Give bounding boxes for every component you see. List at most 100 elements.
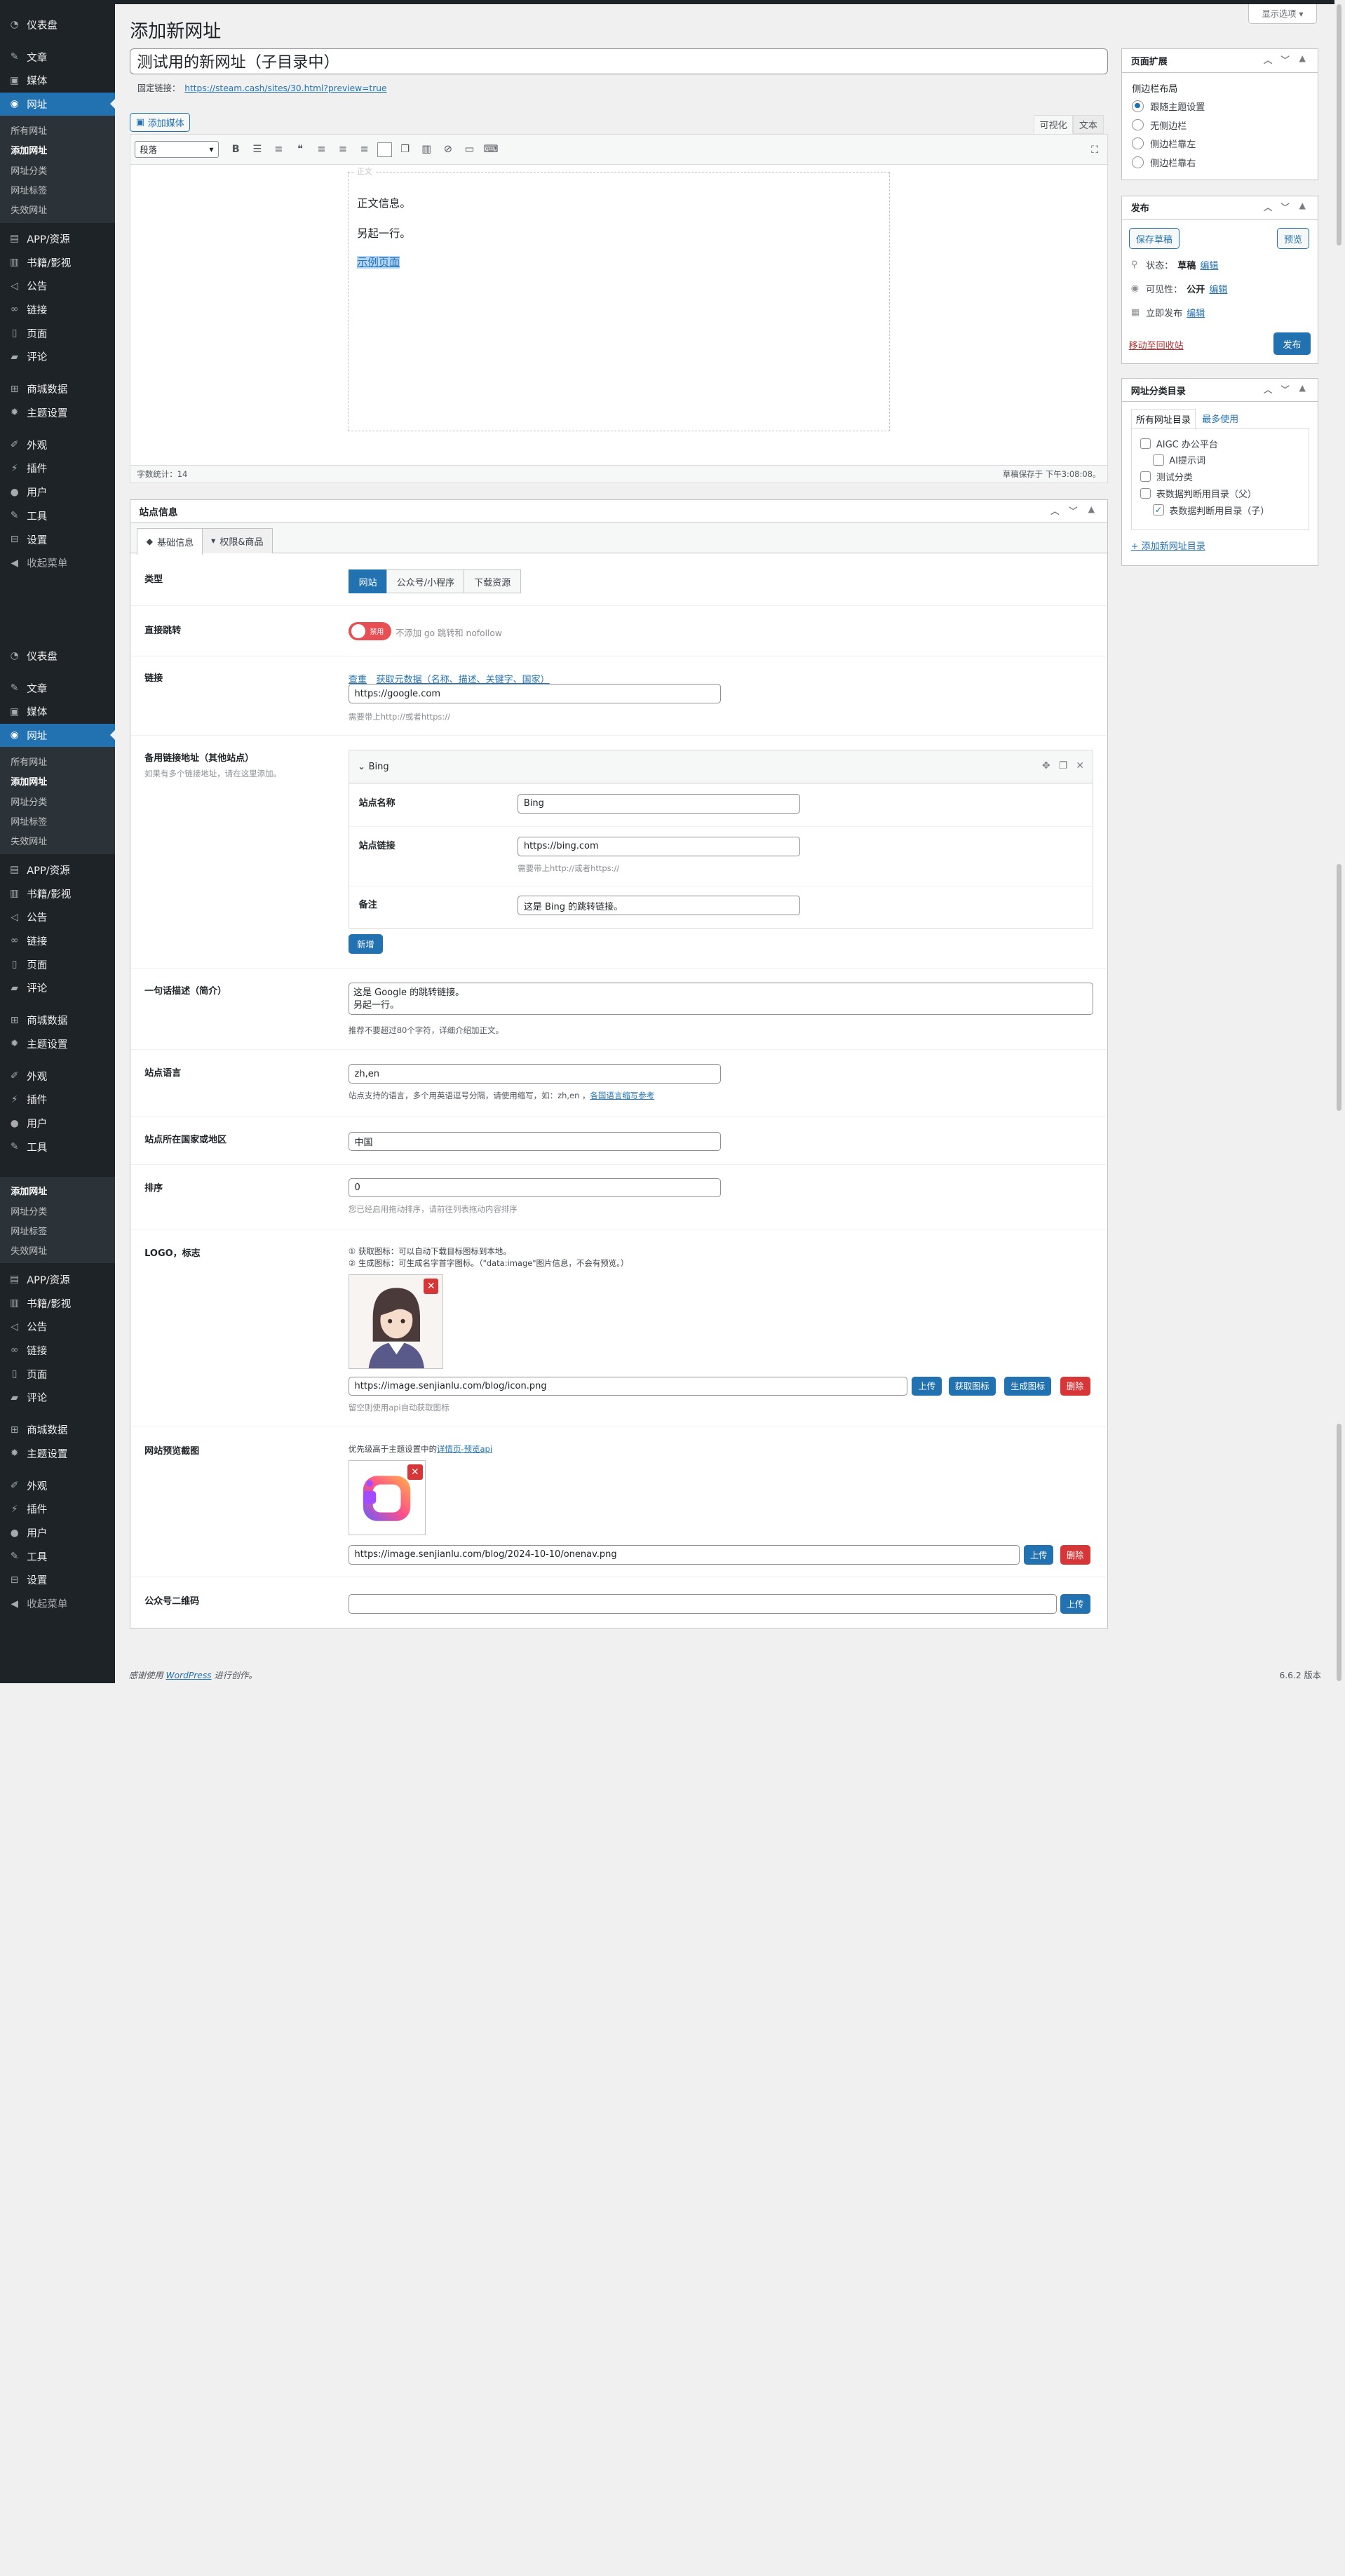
delete-preview-button[interactable]: 删除 xyxy=(1060,1544,1090,1565)
publish-button[interactable]: 发布 xyxy=(1273,332,1311,356)
save-draft-button[interactable]: 保存草稿 xyxy=(1128,228,1180,249)
menu-sites[interactable]: ◉ 网址 xyxy=(0,723,115,748)
submenu-dead-sites[interactable]: 失效网址 xyxy=(0,1241,115,1260)
layout-option[interactable]: 侧边栏靠左 xyxy=(1132,134,1308,153)
generate-icon-button[interactable]: 生成图标 xyxy=(1004,1376,1052,1396)
submenu-site-categories[interactable]: 网址分类 xyxy=(0,791,115,811)
submenu-dead-sites[interactable]: 失效网址 xyxy=(0,831,115,851)
category-item[interactable]: AIGC 办公平台 xyxy=(1140,435,1309,452)
scrollbar-thumb[interactable] xyxy=(1336,1423,1342,1681)
fetch-icon-button[interactable]: 获取图标 xyxy=(948,1376,996,1396)
menu-dashboard[interactable]: ◔ 仪表盘 xyxy=(0,644,115,668)
menu-theme[interactable]: ✹ 主题设置 xyxy=(0,1442,115,1466)
layout-option[interactable]: 跟随主题设置 xyxy=(1132,97,1308,116)
scrollbar-thumb[interactable] xyxy=(1336,864,1342,1112)
layout-option[interactable]: 侧边栏靠右 xyxy=(1132,153,1308,172)
submenu-dead-sites[interactable]: 失效网址 xyxy=(0,200,115,220)
menu-notice[interactable]: ◁ 公告 xyxy=(0,274,115,298)
menu-theme[interactable]: ✹ 主题设置 xyxy=(0,1032,115,1056)
tab-all-categories[interactable]: 所有网址目录 xyxy=(1130,408,1196,430)
menu-dashboard[interactable]: ◔ 仪表盘 xyxy=(0,13,115,36)
backup-note-input[interactable]: 这是 Bing 的跳转链接。 xyxy=(518,896,800,915)
upload-qrcode-button[interactable]: 上传 xyxy=(1060,1594,1090,1614)
add-backup-button[interactable]: 新增 xyxy=(348,934,383,954)
qrcode-input[interactable] xyxy=(348,1594,1057,1614)
menu-books[interactable]: ▥ 书籍/影视 xyxy=(0,250,115,274)
add-media-button[interactable]: ▣ 添加媒体 xyxy=(130,112,191,133)
content-link[interactable]: 示例页面 xyxy=(357,256,400,269)
add-category-link[interactable]: + 添加新网址目录 xyxy=(1131,539,1205,552)
embed-icon[interactable]: ▭ xyxy=(461,141,478,158)
move-icon[interactable]: ✥ xyxy=(1042,760,1050,771)
chevron-up-icon[interactable]: ︿ xyxy=(1259,383,1276,396)
menu-tools[interactable]: ✎ 工具 xyxy=(0,1544,115,1568)
preview-api-link[interactable]: 详情页-预览api xyxy=(437,1444,492,1454)
backup-name-input[interactable]: Bing xyxy=(518,794,800,814)
collapse-arrow-icon[interactable]: ▲ xyxy=(1082,504,1100,517)
menu-shop[interactable]: ⊞ 商城数据 xyxy=(0,1009,115,1032)
format-select[interactable]: 段落 ▾ xyxy=(135,140,219,159)
edit-visibility-link[interactable]: 编辑 xyxy=(1209,282,1227,295)
link-input[interactable]: https://google.com xyxy=(348,684,721,703)
description-textarea[interactable]: 这是 Google 的跳转链接。 另起一行。 xyxy=(348,982,1094,1015)
submenu-add-site[interactable]: 添加网址 xyxy=(0,771,115,791)
preview-url-input[interactable]: https://image.senjianlu.com/blog/2024-10… xyxy=(348,1544,1020,1565)
wordpress-link[interactable]: WordPress xyxy=(166,1671,212,1680)
remove-preview-icon[interactable]: ✕ xyxy=(407,1464,423,1480)
duplicate-icon[interactable]: ❐ xyxy=(1059,760,1067,771)
submenu-site-categories[interactable]: 网址分类 xyxy=(0,160,115,180)
chevron-up-icon[interactable]: ︿ xyxy=(1259,201,1276,213)
blockquote-icon[interactable]: ❝ xyxy=(292,141,309,158)
menu-app[interactable]: ▤ APP/资源 xyxy=(0,858,115,882)
post-title-input[interactable]: 测试用的新网址（子目录中） xyxy=(130,48,1108,74)
editor-canvas[interactable]: 正文 正文信息。 另起一行。 示例页面 xyxy=(347,166,890,432)
redirect-toggle[interactable]: 禁用 xyxy=(348,621,392,640)
tab-visual[interactable]: 可视化 xyxy=(1033,114,1074,135)
preview-button[interactable]: 预览 xyxy=(1276,228,1310,249)
menu-app[interactable]: ▤ APP/资源 xyxy=(0,1268,115,1292)
menu-settings[interactable]: ⊟ 设置 xyxy=(0,1568,115,1592)
menu-settings[interactable]: ⊟ 设置 xyxy=(0,527,115,551)
language-input[interactable]: zh,en xyxy=(348,1064,721,1084)
menu-pages[interactable]: ▯ 页面 xyxy=(0,952,115,976)
chevron-up-icon[interactable]: ︿ xyxy=(1259,53,1276,66)
submenu-add-site[interactable]: 添加网址 xyxy=(0,140,115,160)
upload-preview-button[interactable]: 上传 xyxy=(1023,1544,1054,1565)
menu-notice[interactable]: ◁ 公告 xyxy=(0,1315,115,1339)
submenu-add-site[interactable]: 添加网址 xyxy=(0,1181,115,1201)
menu-pages[interactable]: ▯ 页面 xyxy=(0,321,115,345)
menu-posts[interactable]: ✎ 文章 xyxy=(0,45,115,69)
menu-appearance[interactable]: ✐ 外观 xyxy=(0,433,115,457)
submenu-site-tags[interactable]: 网址标签 xyxy=(0,811,115,830)
chevron-down-icon[interactable]: ﹀ xyxy=(1064,504,1082,517)
tab-text[interactable]: 文本 xyxy=(1073,114,1104,135)
menu-plugins[interactable]: ⚡ 插件 xyxy=(0,457,115,480)
chevron-down-icon[interactable]: ﹀ xyxy=(1276,201,1293,213)
category-item[interactable]: 表数据判断用目录（父） xyxy=(1140,485,1309,502)
submenu-site-categories[interactable]: 网址分类 xyxy=(0,1201,115,1220)
category-item[interactable]: AI提示词 xyxy=(1140,452,1309,468)
country-input[interactable]: 中国 xyxy=(348,1131,721,1152)
scrollbar-thumb[interactable] xyxy=(1336,4,1342,246)
menu-links[interactable]: ∞ 链接 xyxy=(0,298,115,322)
delete-logo-button[interactable]: 删除 xyxy=(1060,1376,1090,1396)
remove-logo-icon[interactable]: ✕ xyxy=(424,1279,439,1294)
collapse-arrow-icon[interactable]: ▲ xyxy=(1294,201,1311,213)
menu-comments[interactable]: ▰ 评论 xyxy=(0,1386,115,1410)
logo-url-input[interactable]: https://image.senjianlu.com/blog/icon.pn… xyxy=(348,1376,908,1396)
collapse-arrow-icon[interactable]: ▲ xyxy=(1294,383,1311,396)
menu-app[interactable]: ▤ APP/资源 xyxy=(0,227,115,251)
menu-tools[interactable]: ✎ 工具 xyxy=(0,504,115,528)
menu-plugins[interactable]: ⚡ 插件 xyxy=(0,1088,115,1112)
menu-shop[interactable]: ⊞ 商城数据 xyxy=(0,1418,115,1442)
bullet-list-icon[interactable]: ☰ xyxy=(248,141,265,158)
menu-links[interactable]: ∞ 链接 xyxy=(0,1339,115,1363)
fullscreen-icon[interactable]: ⛶ xyxy=(1086,142,1103,159)
menu-books[interactable]: ▥ 书籍/影视 xyxy=(0,1291,115,1315)
menu-plugins[interactable]: ⚡ 插件 xyxy=(0,1497,115,1521)
edit-schedule-link[interactable]: 编辑 xyxy=(1187,306,1205,319)
menu-media[interactable]: ▣ 媒体 xyxy=(0,700,115,724)
layout-option[interactable]: 无侧边栏 xyxy=(1132,116,1308,135)
submenu-site-tags[interactable]: 网址标签 xyxy=(0,180,115,199)
chevron-up-icon[interactable]: ︿ xyxy=(1046,504,1064,517)
